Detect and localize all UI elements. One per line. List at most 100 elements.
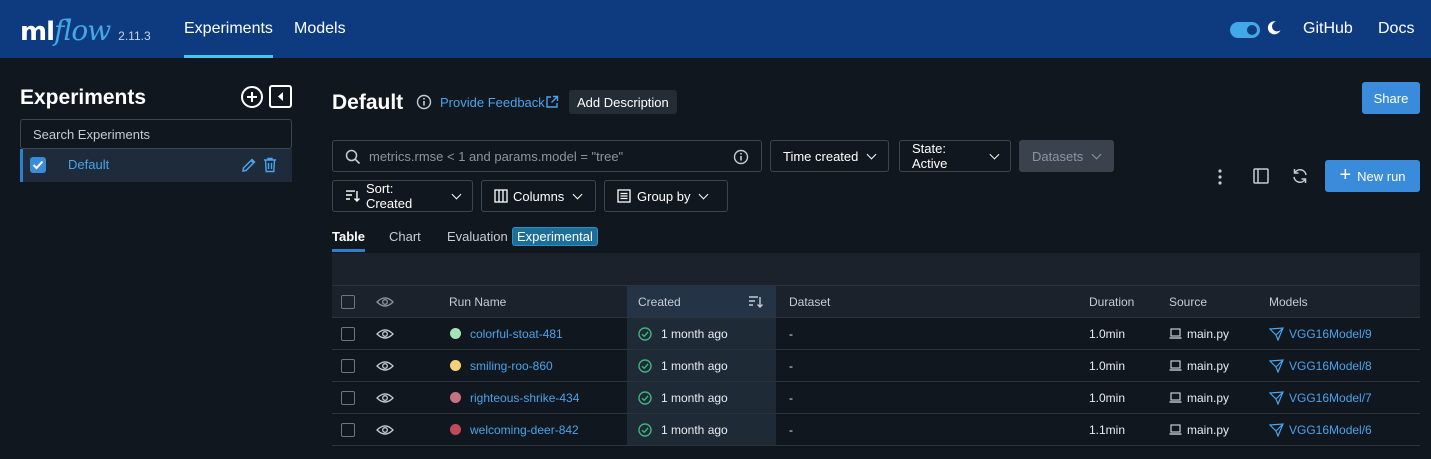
toggle-panel-icon[interactable]: [1252, 167, 1270, 185]
sidebar-title: Experiments: [20, 86, 147, 109]
created-cell: 1 month ago: [627, 350, 776, 381]
row-visibility-cell: [376, 382, 394, 413]
table-row[interactable]: welcoming-deer-842 1 month ago - 1.1min …: [332, 414, 1420, 446]
source-file[interactable]: main.py: [1187, 423, 1229, 437]
search-runs-input[interactable]: [369, 148, 729, 164]
chevron-down-icon: [699, 189, 709, 199]
sort-dropdown[interactable]: Sort: Created: [332, 180, 473, 212]
eye-icon[interactable]: [376, 424, 394, 436]
select-all-checkbox[interactable]: [341, 294, 355, 309]
time-created-label: Time created: [783, 148, 859, 164]
refresh-icon[interactable]: [1291, 167, 1309, 185]
duration-cell: 1.1min: [1089, 422, 1126, 437]
source-file[interactable]: main.py: [1187, 391, 1229, 405]
source-file[interactable]: main.py: [1187, 359, 1229, 373]
nav-experiments[interactable]: Experiments: [184, 0, 273, 58]
time-created-dropdown[interactable]: Time created: [770, 140, 889, 172]
source-file[interactable]: main.py: [1187, 327, 1229, 341]
nav-github[interactable]: GitHub: [1303, 0, 1353, 58]
row-checkbox[interactable]: [341, 326, 355, 341]
row-select-cell: [341, 350, 355, 381]
row-checkbox[interactable]: [341, 390, 355, 405]
sort-label: Sort: Created: [365, 181, 413, 211]
sort-desc-icon[interactable]: [748, 295, 764, 309]
tab-chart[interactable]: Chart: [389, 229, 421, 244]
run-name-cell: welcoming-deer-842: [450, 414, 579, 445]
tab-evaluation[interactable]: Evaluation: [447, 229, 508, 244]
row-checkbox[interactable]: [341, 422, 355, 437]
info-icon[interactable]: [416, 94, 432, 110]
row-visibility-cell: [376, 414, 394, 445]
collapse-sidebar-icon[interactable]: [269, 85, 292, 108]
search-runs-box[interactable]: [332, 140, 762, 172]
search-icon: [345, 149, 361, 165]
source-cell: main.py: [1169, 318, 1229, 349]
new-run-label: New run: [1357, 168, 1406, 184]
eye-icon[interactable]: [376, 296, 394, 308]
run-name-link[interactable]: welcoming-deer-842: [470, 423, 579, 437]
provide-feedback-link[interactable]: Provide Feedback: [440, 95, 545, 110]
delete-icon[interactable]: [263, 157, 277, 173]
header-dataset[interactable]: Dataset: [789, 286, 830, 317]
run-name-cell: smiling-roo-860: [450, 350, 553, 381]
plus-icon: +: [1339, 163, 1352, 186]
model-link[interactable]: VGG16Model/7: [1289, 391, 1372, 405]
row-select-cell: [341, 414, 355, 445]
share-button[interactable]: Share: [1362, 82, 1420, 114]
chevron-down-icon: [1091, 149, 1102, 159]
group-by-dropdown[interactable]: Group by: [604, 180, 728, 212]
runs-table: Run Name Created Dataset Duration Source…: [332, 253, 1420, 446]
experiment-item-default[interactable]: Default: [20, 149, 292, 182]
header-models[interactable]: Models: [1269, 286, 1308, 317]
search-info-icon[interactable]: [733, 149, 749, 165]
run-color-dot: [450, 424, 461, 435]
mlflow-logo[interactable]: ml flow 2.11.3: [20, 14, 151, 47]
tab-table[interactable]: Table: [332, 229, 365, 252]
source-cell: main.py: [1169, 350, 1229, 381]
datasets-dropdown[interactable]: Datasets: [1019, 140, 1114, 172]
eye-icon[interactable]: [376, 392, 394, 404]
duration-cell: 1.0min: [1089, 326, 1126, 341]
nav-docs[interactable]: Docs: [1378, 0, 1414, 58]
new-run-button[interactable]: + New run: [1325, 160, 1420, 192]
nav-models[interactable]: Models: [294, 0, 346, 58]
chevron-down-icon: [572, 189, 583, 199]
state-label: State: Active: [912, 141, 948, 171]
more-options-icon[interactable]: [1213, 168, 1227, 186]
model-link[interactable]: VGG16Model/6: [1289, 423, 1372, 437]
laptop-icon: [1169, 392, 1182, 403]
experiment-checkbox[interactable]: [30, 157, 46, 173]
add-description-button[interactable]: Add Description: [569, 90, 677, 114]
edit-icon[interactable]: [241, 157, 257, 173]
visibility-header-cell: [376, 286, 394, 317]
table-group-header: [332, 253, 1420, 286]
eye-icon[interactable]: [376, 328, 394, 340]
header-run-name[interactable]: Run Name: [449, 286, 506, 317]
table-row[interactable]: colorful-stoat-481 1 month ago - 1.0min …: [332, 318, 1420, 350]
state-dropdown[interactable]: State: Active: [899, 140, 1011, 172]
models-cell: VGG16Model/9: [1269, 318, 1372, 349]
model-icon: [1269, 422, 1284, 437]
header-created[interactable]: Created: [627, 286, 776, 317]
run-name-link[interactable]: righteous-shrike-434: [470, 391, 579, 405]
header-duration[interactable]: Duration: [1089, 286, 1134, 317]
experiment-name: Default: [68, 157, 110, 172]
row-select-cell: [341, 382, 355, 413]
search-experiments-input[interactable]: [20, 119, 292, 149]
eye-icon[interactable]: [376, 360, 394, 372]
models-cell: VGG16Model/8: [1269, 350, 1372, 381]
table-row[interactable]: smiling-roo-860 1 month ago - 1.0min mai…: [332, 350, 1420, 382]
model-link[interactable]: VGG16Model/8: [1289, 359, 1372, 373]
theme-toggle[interactable]: [1230, 22, 1260, 38]
table-row[interactable]: righteous-shrike-434 1 month ago - 1.0mi…: [332, 382, 1420, 414]
row-checkbox[interactable]: [341, 358, 355, 373]
header-source[interactable]: Source: [1169, 286, 1207, 317]
run-name-link[interactable]: smiling-roo-860: [470, 359, 553, 373]
table-body: colorful-stoat-481 1 month ago - 1.0min …: [332, 318, 1420, 446]
laptop-icon: [1169, 360, 1182, 371]
created-cell: 1 month ago: [627, 414, 776, 445]
run-name-link[interactable]: colorful-stoat-481: [470, 327, 563, 341]
columns-dropdown[interactable]: Columns: [481, 180, 596, 212]
add-experiment-icon[interactable]: [240, 85, 264, 109]
model-link[interactable]: VGG16Model/9: [1289, 327, 1372, 341]
